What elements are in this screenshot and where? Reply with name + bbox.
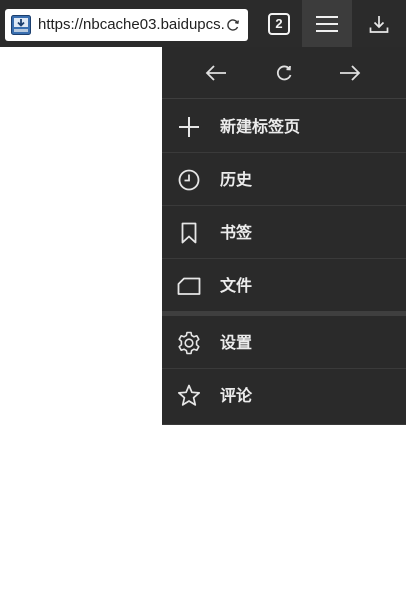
- browser-menu: 新建标签页 历史 书签 文件 设置 评论: [162, 47, 406, 425]
- tab-switcher-button[interactable]: 2: [256, 0, 302, 47]
- download-button[interactable]: [352, 0, 406, 47]
- bookmark-icon: [176, 220, 202, 246]
- reload-icon[interactable]: [225, 17, 241, 33]
- tab-count-badge: 2: [268, 12, 290, 35]
- menu-item-label: 文件: [220, 276, 253, 295]
- menu-item-feedback[interactable]: 评论: [162, 369, 406, 425]
- menu-item-label: 新建标签页: [220, 117, 301, 136]
- arrow-left-icon: [204, 63, 228, 83]
- download-page-icon: [11, 15, 31, 35]
- menu-button[interactable]: [302, 0, 352, 47]
- browser-toolbar: https://nbcache03.baidupcs.com 2: [0, 0, 406, 47]
- menu-item-settings[interactable]: 设置: [162, 316, 406, 369]
- download-icon: [368, 13, 390, 35]
- menu-item-label: 书签: [220, 223, 253, 242]
- menu-item-label: 历史: [220, 170, 253, 189]
- back-button[interactable]: [186, 47, 246, 99]
- menu-item-new-tab[interactable]: 新建标签页: [162, 100, 406, 153]
- arrow-right-icon: [338, 63, 362, 83]
- reload-icon: [275, 63, 295, 83]
- hamburger-menu-icon: [315, 14, 339, 34]
- url-bar[interactable]: https://nbcache03.baidupcs.com: [5, 9, 248, 41]
- folder-icon: [176, 273, 202, 299]
- star-icon: [176, 383, 202, 409]
- forward-button[interactable]: [320, 47, 380, 99]
- menu-item-files[interactable]: 文件: [162, 259, 406, 312]
- menu-item-label: 评论: [220, 386, 253, 405]
- reload-button[interactable]: [255, 47, 315, 99]
- url-text[interactable]: https://nbcache03.baidupcs.com: [38, 9, 224, 41]
- clock-icon: [176, 167, 202, 193]
- menu-item-bookmarks[interactable]: 书签: [162, 206, 406, 259]
- navigation-row: [162, 47, 406, 99]
- menu-item-label: 设置: [220, 333, 253, 352]
- plus-icon: [176, 114, 202, 140]
- menu-item-history[interactable]: 历史: [162, 153, 406, 206]
- gear-icon: [176, 330, 202, 356]
